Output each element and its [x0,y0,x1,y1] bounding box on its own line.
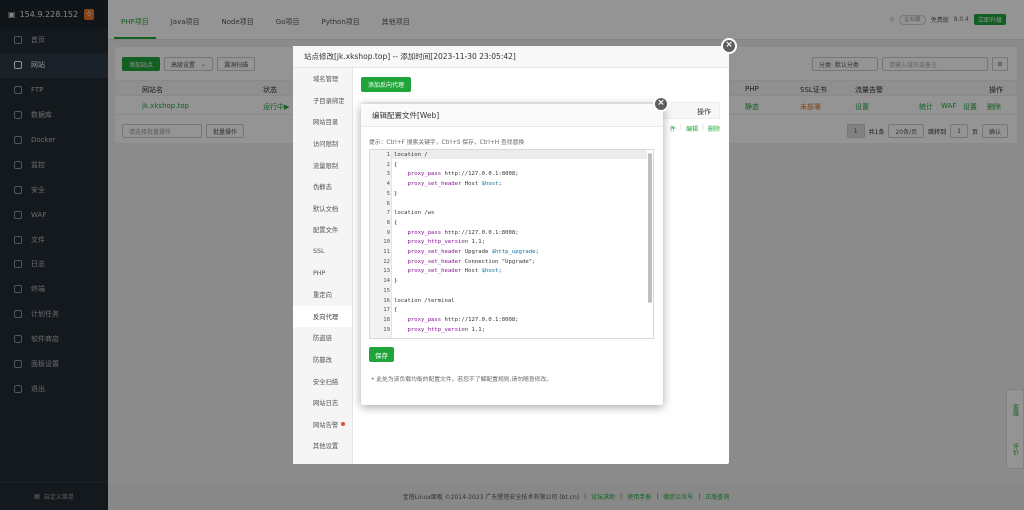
site-nav-label: 网站日志 [313,400,339,408]
site-nav-item-3[interactable]: 访问限制 [293,133,352,155]
line-number: 8 [386,219,390,226]
site-nav-item-6[interactable]: 默认文档 [293,198,352,220]
line-number: 6 [386,200,390,207]
code-line: proxy_set_header Host $host; [407,181,502,188]
site-nav-label: 子目录绑定 [313,97,345,105]
site-nav-label: 域名管理 [313,76,339,84]
proxy-edit-link[interactable]: 编辑 [686,124,698,133]
add-proxy-button[interactable]: 添加反向代理 [361,77,412,92]
site-nav-item-17[interactable]: 其他设置 [293,435,352,457]
site-nav-item-11[interactable]: 反向代理 [293,305,352,328]
code-editor[interactable]: 1 2 3 4 5 6 7 8 9 10 11 12 13 14 15 16 17 18 19 location /… [369,149,654,339]
code-line: proxy_http_version 1.1; [407,326,485,333]
code-line: location /ws [394,210,435,217]
site-nav-label: 防盗链 [313,335,332,343]
site-nav-label: 配置文件 [313,227,339,235]
line-number: 19 [383,326,390,333]
site-nav-item-12[interactable]: 防盗链 [293,327,352,349]
code-line: proxy_set_header Connection "Upgrade"; [407,258,536,265]
editor-tip: 提示：Ctrl+F 搜索关键字，Ctrl+S 保存，Ctrl+H 查找替换 [369,140,525,146]
code-line: proxy_set_header Upgrade $http_upgrade; [407,249,539,255]
site-nav-item-15[interactable]: 网站日志 [293,392,352,414]
code-line: proxy_set_header Host $host; [407,268,502,275]
line-number: 11 [383,249,390,255]
site-nav-item-5[interactable]: 伪静态 [293,176,352,198]
site-nav-item-8[interactable]: SSL [293,241,352,263]
line-number: 18 [383,316,390,323]
line-number: 10 [383,239,390,246]
site-nav-item-7[interactable]: 配置文件 [293,219,352,241]
line-number: 5 [386,190,390,197]
site-nav-item-2[interactable]: 网站目录 [293,111,352,133]
line-number: 17 [383,307,390,314]
code-line: proxy_http_version 1.1; [407,239,485,246]
site-nav-item-13[interactable]: 防篡改 [293,349,352,371]
site-edit-title: 站点修改[jk.xkshop.top] -- 添加时间[2023-11-30 2… [293,46,729,68]
line-number: 3 [386,171,390,178]
site-nav-item-10[interactable]: 重定向 [293,284,352,306]
site-nav-label: 安全扫描 [313,378,339,386]
site-nav-label: 默认文档 [313,205,339,213]
line-number: 7 [386,210,390,217]
alert-dot-icon [341,422,346,427]
site-nav-label: 访问限制 [313,141,339,149]
line-number: 4 [386,181,390,188]
code-line: } [394,278,398,285]
code-line: proxy_pass http://127.0.0.1:8008; [407,171,519,178]
line-number: 16 [383,297,390,304]
site-nav-item-9[interactable]: PHP [293,262,352,284]
editor-scrollbar[interactable] [648,153,652,303]
close-site-edit-icon[interactable]: × [721,38,737,54]
site-nav-item-4[interactable]: 流量限制 [293,154,352,176]
site-nav-label: 网站目录 [313,119,339,127]
code-line: proxy_pass http://127.0.0.1:8008; [407,316,519,323]
site-nav-item-1[interactable]: 子目录绑定 [293,90,352,112]
site-nav-label: 反向代理 [313,313,339,321]
config-note-text: 此处为该负载均衡的配置文件，若您不了解配置规则,请勿随意修改。 [376,377,553,383]
config-note: • 此处为该负载均衡的配置文件，若您不了解配置规则,请勿随意修改。 [371,377,553,383]
site-nav-label: 伪静态 [313,184,332,192]
line-number: 9 [386,229,390,236]
site-nav-label: 其他设置 [313,443,339,451]
line-number: 14 [383,278,390,285]
site-nav-label: PHP [313,269,326,277]
proxy-delete-link[interactable]: 删除 [708,124,720,133]
code-line: { [394,161,398,168]
site-edit-nav: 域名管理子目录绑定网站目录访问限制流量限制伪静态默认文档配置文件 SSL PHP 重定… [293,68,353,464]
site-nav-label: 重定向 [313,292,332,300]
line-number: 2 [386,161,390,168]
config-editor-modal: 编辑配置文件[Web] 提示：Ctrl+F 搜索关键字，Ctrl+S 保存，Ct… [361,104,663,405]
code-line: { [394,307,398,314]
close-config-editor-icon[interactable]: × [653,96,669,112]
site-nav-item-16[interactable]: 网站告警 [293,414,352,436]
code-line: location / [394,152,428,158]
current-line-highlight [392,150,647,159]
site-nav-item-0[interactable]: 域名管理 [293,68,352,90]
line-number: 15 [383,287,390,294]
code-line: location /terminal [394,297,455,304]
proxy-row-actions: 件 | 编辑 | 删除 [669,124,720,133]
code-line: proxy_pass http://127.0.0.1:8008; [407,229,519,236]
proxy-col-actions: 操作 [697,108,711,116]
site-nav-item-14[interactable]: 安全扫描 [293,370,352,392]
line-number: 12 [383,258,390,265]
site-nav-label: 网站告警 [313,421,339,429]
save-button[interactable]: 保存 [369,347,394,362]
config-editor-title: 编辑配置文件[Web] [361,104,663,127]
site-nav-label: 流量限制 [313,162,339,170]
proxy-config-link[interactable]: 件 [670,124,676,133]
code-line: { [394,219,398,226]
site-nav-label: 防篡改 [313,357,332,365]
line-number: 13 [383,268,390,275]
site-nav-label: SSL [313,248,325,256]
line-number: 1 [386,152,390,158]
line-gutter: 1 2 3 4 5 6 7 8 9 10 11 12 13 14 15 16 17 18 19 [370,150,392,338]
code-line: } [394,190,398,197]
